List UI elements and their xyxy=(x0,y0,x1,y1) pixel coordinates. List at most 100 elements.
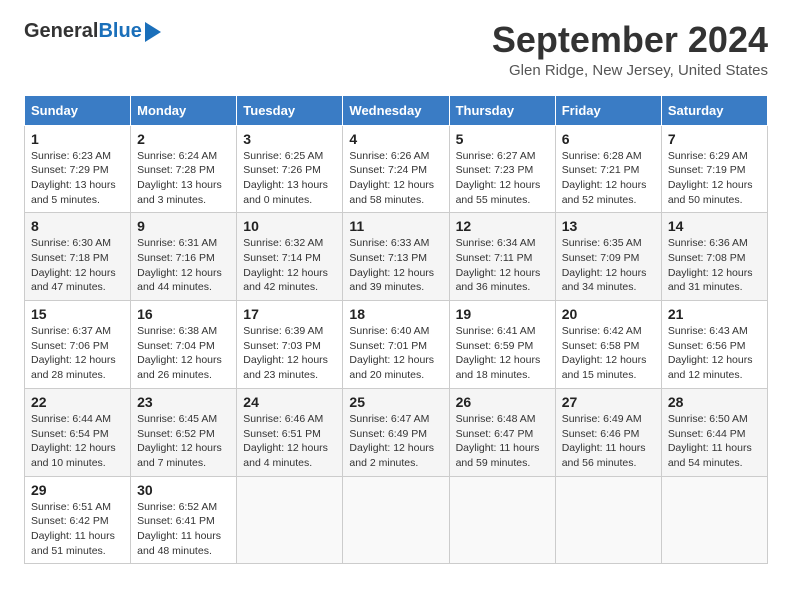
cell-text: Sunrise: 6:49 AMSunset: 6:46 PMDaylight:… xyxy=(562,413,646,469)
calendar-cell: 22 Sunrise: 6:44 AMSunset: 6:54 PMDayligh… xyxy=(25,388,131,476)
day-number: 28 xyxy=(668,394,761,410)
calendar-cell: 12 Sunrise: 6:34 AMSunset: 7:11 PMDayligh… xyxy=(449,213,555,301)
calendar-cell: 26Sunrise: 6:48 AMSunset: 6:47 PMDayligh… xyxy=(449,388,555,476)
cell-text: Sunrise: 6:44 AMSunset: 6:54 PMDaylight:… xyxy=(31,413,116,469)
day-number: 11 xyxy=(349,218,442,234)
calendar-table: SundayMondayTuesdayWednesdayThursdayFrid… xyxy=(24,95,768,565)
cell-text: Sunrise: 6:38 AMSunset: 7:04 PMDaylight:… xyxy=(137,325,222,381)
day-number: 27 xyxy=(562,394,655,410)
day-number: 4 xyxy=(349,131,442,147)
calendar-week-row: 22 Sunrise: 6:44 AMSunset: 6:54 PMDayligh… xyxy=(25,388,768,476)
day-number: 12 xyxy=(456,218,549,234)
day-number: 1 xyxy=(31,131,124,147)
calendar-cell: 9 Sunrise: 6:31 AMSunset: 7:16 PMDaylight… xyxy=(131,213,237,301)
page-header: GeneralBlue September 2024 Glen Ridge, N… xyxy=(24,20,768,79)
day-number: 21 xyxy=(668,306,761,322)
calendar-week-row: 29 Sunrise: 6:51 AMSunset: 6:42 PMDayligh… xyxy=(25,476,768,564)
calendar-cell: 3 Sunrise: 6:25 AMSunset: 7:26 PMDaylight… xyxy=(237,125,343,213)
day-number: 26 xyxy=(456,394,549,410)
cell-text: Sunrise: 6:31 AMSunset: 7:16 PMDaylight:… xyxy=(137,237,222,293)
cell-text: Sunrise: 6:40 AMSunset: 7:01 PMDaylight:… xyxy=(349,325,434,381)
cell-text: Sunrise: 6:25 AMSunset: 7:26 PMDaylight:… xyxy=(243,150,328,206)
calendar-cell: 28Sunrise: 6:50 AMSunset: 6:44 PMDayligh… xyxy=(661,388,767,476)
day-number: 20 xyxy=(562,306,655,322)
cell-text: Sunrise: 6:27 AMSunset: 7:23 PMDaylight:… xyxy=(456,150,541,206)
cell-text: Sunrise: 6:51 AMSunset: 6:42 PMDaylight:… xyxy=(31,501,115,557)
day-number: 16 xyxy=(137,306,230,322)
calendar-cell xyxy=(555,476,661,564)
calendar-cell: 7 Sunrise: 6:29 AMSunset: 7:19 PMDaylight… xyxy=(661,125,767,213)
calendar-cell: 15Sunrise: 6:37 AMSunset: 7:06 PMDayligh… xyxy=(25,301,131,389)
day-of-week-header: Saturday xyxy=(661,95,767,125)
calendar-cell: 24 Sunrise: 6:46 AMSunset: 6:51 PMDayligh… xyxy=(237,388,343,476)
day-of-week-header: Tuesday xyxy=(237,95,343,125)
cell-text: Sunrise: 6:34 AMSunset: 7:11 PMDaylight:… xyxy=(456,237,541,293)
day-number: 9 xyxy=(137,218,230,234)
day-number: 29 xyxy=(31,482,124,498)
cell-text: Sunrise: 6:26 AMSunset: 7:24 PMDaylight:… xyxy=(349,150,434,206)
location-text: Glen Ridge, New Jersey, United States xyxy=(492,62,768,79)
calendar-cell: 10Sunrise: 6:32 AMSunset: 7:14 PMDayligh… xyxy=(237,213,343,301)
calendar-cell: 27 Sunrise: 6:49 AMSunset: 6:46 PMDayligh… xyxy=(555,388,661,476)
cell-text: Sunrise: 6:52 AMSunset: 6:41 PMDaylight:… xyxy=(137,501,221,557)
day-of-week-header: Monday xyxy=(131,95,237,125)
calendar-cell: 21 Sunrise: 6:43 AMSunset: 6:56 PMDayligh… xyxy=(661,301,767,389)
day-number: 13 xyxy=(562,218,655,234)
cell-text: Sunrise: 6:43 AMSunset: 6:56 PMDaylight:… xyxy=(668,325,753,381)
logo: GeneralBlue xyxy=(24,20,161,43)
calendar-week-row: 8 Sunrise: 6:30 AMSunset: 7:18 PMDaylight… xyxy=(25,213,768,301)
title-section: September 2024 Glen Ridge, New Jersey, U… xyxy=(492,20,768,79)
calendar-cell: 6Sunrise: 6:28 AMSunset: 7:21 PMDaylight… xyxy=(555,125,661,213)
cell-text: Sunrise: 6:24 AMSunset: 7:28 PMDaylight:… xyxy=(137,150,222,206)
day-of-week-header: Wednesday xyxy=(343,95,449,125)
cell-text: Sunrise: 6:41 AMSunset: 6:59 PMDaylight:… xyxy=(456,325,541,381)
calendar-cell: 30 Sunrise: 6:52 AMSunset: 6:41 PMDayligh… xyxy=(131,476,237,564)
day-number: 8 xyxy=(31,218,124,234)
cell-text: Sunrise: 6:33 AMSunset: 7:13 PMDaylight:… xyxy=(349,237,434,293)
calendar-cell: 11 Sunrise: 6:33 AMSunset: 7:13 PMDayligh… xyxy=(343,213,449,301)
day-of-week-header: Thursday xyxy=(449,95,555,125)
calendar-cell: 1 Sunrise: 6:23 AMSunset: 7:29 PMDaylight… xyxy=(25,125,131,213)
day-number: 2 xyxy=(137,131,230,147)
calendar-cell xyxy=(343,476,449,564)
day-number: 5 xyxy=(456,131,549,147)
calendar-header-row: SundayMondayTuesdayWednesdayThursdayFrid… xyxy=(25,95,768,125)
cell-text: Sunrise: 6:35 AMSunset: 7:09 PMDaylight:… xyxy=(562,237,647,293)
calendar-cell: 19Sunrise: 6:41 AMSunset: 6:59 PMDayligh… xyxy=(449,301,555,389)
calendar-cell: 23Sunrise: 6:45 AMSunset: 6:52 PMDayligh… xyxy=(131,388,237,476)
calendar-cell xyxy=(661,476,767,564)
cell-text: Sunrise: 6:36 AMSunset: 7:08 PMDaylight:… xyxy=(668,237,753,293)
day-of-week-header: Sunday xyxy=(25,95,131,125)
day-number: 24 xyxy=(243,394,336,410)
calendar-cell xyxy=(449,476,555,564)
logo-arrow-icon xyxy=(145,22,161,42)
logo-blue-text: Blue xyxy=(98,20,141,42)
day-number: 7 xyxy=(668,131,761,147)
day-number: 22 xyxy=(31,394,124,410)
cell-text: Sunrise: 6:23 AMSunset: 7:29 PMDaylight:… xyxy=(31,150,116,206)
cell-text: Sunrise: 6:30 AMSunset: 7:18 PMDaylight:… xyxy=(31,237,116,293)
day-number: 3 xyxy=(243,131,336,147)
day-number: 30 xyxy=(137,482,230,498)
day-number: 25 xyxy=(349,394,442,410)
day-number: 14 xyxy=(668,218,761,234)
calendar-cell: 17Sunrise: 6:39 AMSunset: 7:03 PMDayligh… xyxy=(237,301,343,389)
day-number: 6 xyxy=(562,131,655,147)
calendar-cell: 18Sunrise: 6:40 AMSunset: 7:01 PMDayligh… xyxy=(343,301,449,389)
month-title: September 2024 xyxy=(492,20,768,60)
calendar-cell: 4 Sunrise: 6:26 AMSunset: 7:24 PMDaylight… xyxy=(343,125,449,213)
calendar-cell: 16 Sunrise: 6:38 AMSunset: 7:04 PMDayligh… xyxy=(131,301,237,389)
calendar-week-row: 1 Sunrise: 6:23 AMSunset: 7:29 PMDaylight… xyxy=(25,125,768,213)
calendar-cell: 25 Sunrise: 6:47 AMSunset: 6:49 PMDayligh… xyxy=(343,388,449,476)
cell-text: Sunrise: 6:46 AMSunset: 6:51 PMDaylight:… xyxy=(243,413,328,469)
calendar-cell: 14 Sunrise: 6:36 AMSunset: 7:08 PMDayligh… xyxy=(661,213,767,301)
cell-text: Sunrise: 6:47 AMSunset: 6:49 PMDaylight:… xyxy=(349,413,434,469)
day-number: 17 xyxy=(243,306,336,322)
calendar-cell: 13 Sunrise: 6:35 AMSunset: 7:09 PMDayligh… xyxy=(555,213,661,301)
calendar-cell xyxy=(237,476,343,564)
cell-text: Sunrise: 6:29 AMSunset: 7:19 PMDaylight:… xyxy=(668,150,753,206)
cell-text: Sunrise: 6:45 AMSunset: 6:52 PMDaylight:… xyxy=(137,413,222,469)
calendar-cell: 5 Sunrise: 6:27 AMSunset: 7:23 PMDaylight… xyxy=(449,125,555,213)
cell-text: Sunrise: 6:42 AMSunset: 6:58 PMDaylight:… xyxy=(562,325,647,381)
calendar-cell: 29 Sunrise: 6:51 AMSunset: 6:42 PMDayligh… xyxy=(25,476,131,564)
